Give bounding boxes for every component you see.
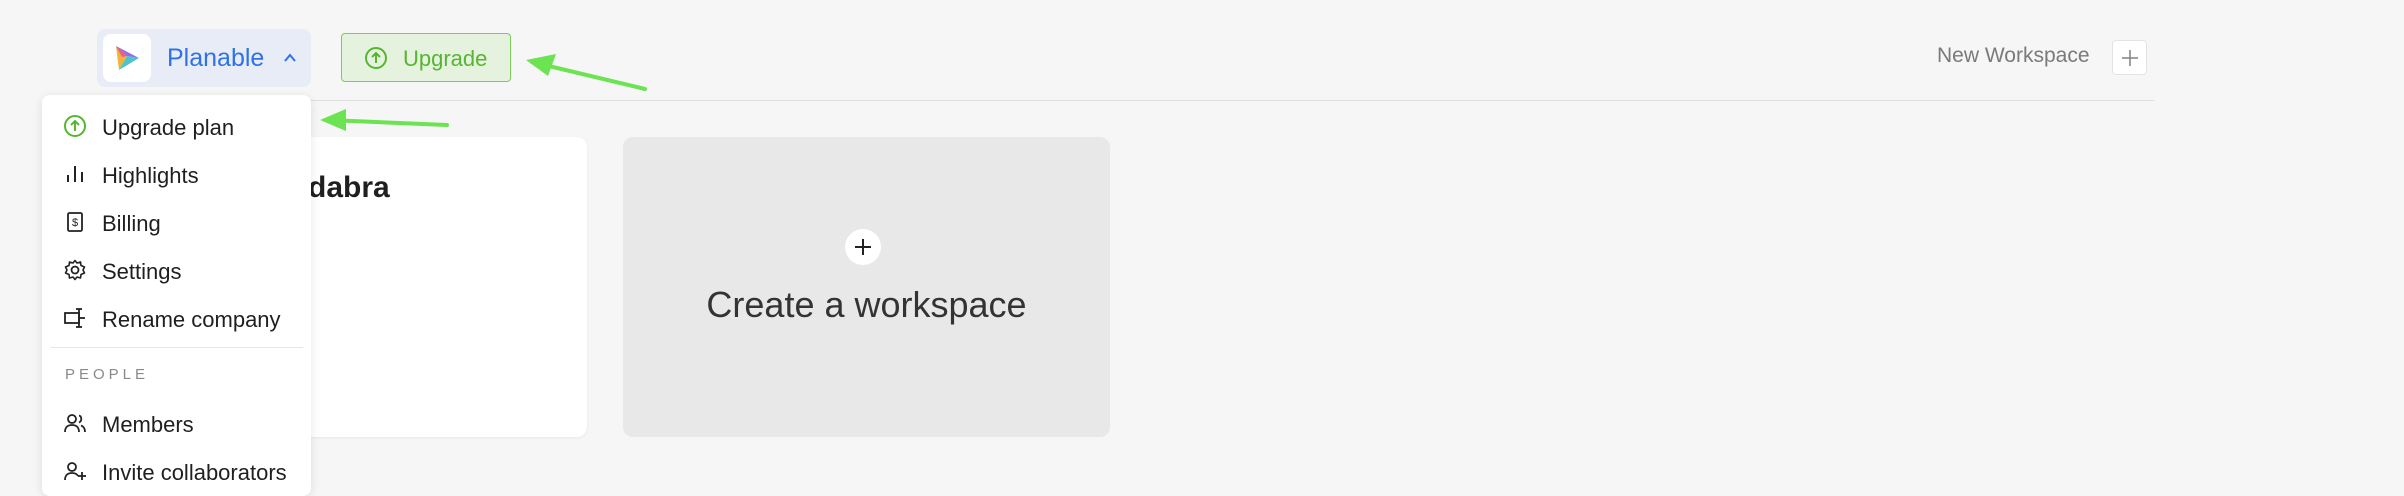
arrow-head-upgrade bbox=[526, 54, 556, 76]
annotation-arrows bbox=[320, 54, 647, 131]
arrow-head-upgrade-plan bbox=[320, 109, 346, 131]
